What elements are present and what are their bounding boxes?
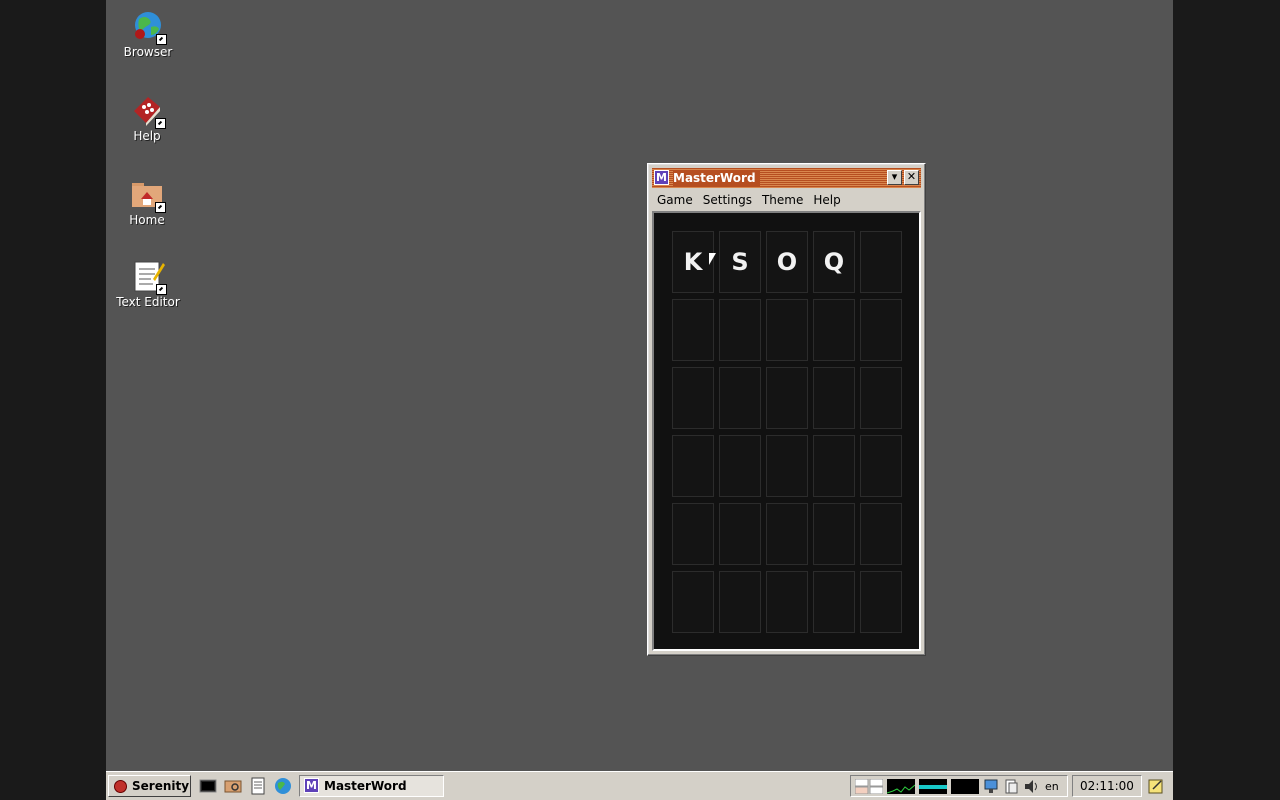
network-monitor-icon[interactable] [951, 779, 979, 794]
globe-icon [131, 9, 167, 45]
letter-cell: K [672, 231, 714, 293]
terminal-icon[interactable] [199, 777, 217, 795]
app-icon: M [654, 170, 669, 185]
letter-cell [672, 503, 714, 565]
letter-cell [860, 367, 902, 429]
letter-cell: O [766, 231, 808, 293]
desktop-icon-label: Help [133, 129, 161, 143]
letter-cell [766, 299, 808, 361]
mouse-cursor-icon [709, 253, 716, 265]
menu-game[interactable]: Game [652, 190, 698, 210]
keyboard-layout[interactable]: en [1045, 779, 1063, 794]
menu-theme[interactable]: Theme [757, 190, 808, 210]
letter-cell [766, 367, 808, 429]
notifications-icon[interactable] [1148, 778, 1164, 794]
chevron-down-icon: ▾ [891, 170, 898, 183]
letter-cell: S [719, 231, 761, 293]
letter-cell [766, 571, 808, 633]
letter-cell [672, 435, 714, 497]
taskbar: Serenity M MasterWord en 02:11:00 [106, 771, 1173, 800]
letter-cell [860, 231, 902, 293]
desktop-icon-help[interactable]: Help [107, 93, 187, 143]
browser-icon[interactable] [274, 777, 292, 795]
cpu-graph-icon[interactable] [854, 778, 884, 795]
desktop-icon-label: Text Editor [116, 295, 180, 309]
letter-cell [766, 503, 808, 565]
close-icon: ✕ [906, 170, 917, 183]
home-folder-icon [130, 177, 166, 213]
game-board[interactable]: K S O Q [652, 211, 921, 651]
letter-cell [813, 435, 855, 497]
system-tray: en [850, 775, 1068, 797]
letter-cell [813, 367, 855, 429]
text-editor-icon[interactable] [249, 777, 267, 795]
letter-cell [672, 299, 714, 361]
window-title: MasterWord [673, 170, 760, 186]
network-icon[interactable] [983, 779, 999, 794]
letter-cell [766, 435, 808, 497]
letter-cell [719, 367, 761, 429]
start-label: Serenity [132, 779, 190, 793]
desktop-icon-home[interactable]: Home [107, 177, 187, 227]
app-icon: M [304, 778, 319, 793]
cpu-monitor-icon[interactable] [886, 779, 916, 794]
clock[interactable]: 02:11:00 [1072, 775, 1142, 797]
menu-help[interactable]: Help [808, 190, 845, 210]
letter-grid: K S O Q [672, 231, 902, 633]
help-book-icon [130, 93, 166, 129]
memory-monitor-icon[interactable] [919, 779, 947, 794]
letter-cell [813, 299, 855, 361]
volume-icon[interactable] [1023, 779, 1039, 794]
letter-cell: Q [813, 231, 855, 293]
desktop: Browser Help Home Text Editor [106, 0, 1173, 771]
close-button[interactable]: ✕ [904, 170, 919, 185]
title-bar[interactable]: M MasterWord ▾ ✕ [652, 168, 921, 188]
letter-cell [813, 571, 855, 633]
letter-cell [719, 503, 761, 565]
desktop-icon-label: Home [129, 213, 165, 227]
minimize-button[interactable]: ▾ [887, 170, 902, 185]
letter-cell [672, 367, 714, 429]
letter-cell [860, 435, 902, 497]
letter-cell [672, 571, 714, 633]
letter-cell [719, 299, 761, 361]
start-button[interactable]: Serenity [108, 775, 191, 797]
desktop-icon-text-editor[interactable]: Text Editor [108, 259, 188, 309]
serenity-logo-icon [114, 780, 127, 793]
taskbar-button-masterword[interactable]: M MasterWord [299, 775, 444, 797]
task-label: MasterWord [324, 779, 407, 793]
letter-cell [719, 435, 761, 497]
menu-bar: Game Settings Theme Help [652, 190, 921, 210]
letter-cell [813, 503, 855, 565]
letter-cell [860, 571, 902, 633]
clipboard-icon[interactable] [1003, 779, 1019, 794]
file-manager-icon[interactable] [224, 777, 242, 795]
desktop-icon-browser[interactable]: Browser [108, 9, 188, 59]
text-editor-icon [131, 259, 167, 295]
letter-cell [860, 299, 902, 361]
letter-cell [860, 503, 902, 565]
desktop-icon-label: Browser [123, 45, 173, 59]
masterword-window: M MasterWord ▾ ✕ Game Settings Theme Help K… [647, 163, 926, 656]
menu-settings[interactable]: Settings [698, 190, 757, 210]
letter-cell [719, 571, 761, 633]
